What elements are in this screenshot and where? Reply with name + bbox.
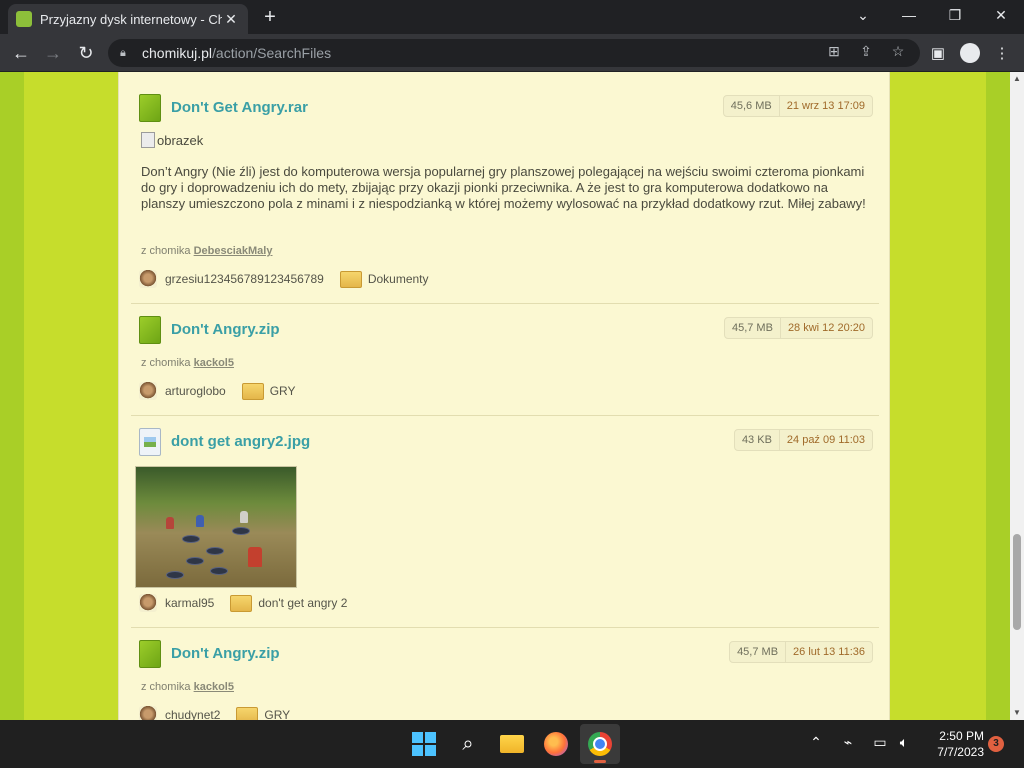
folder-icon (241, 382, 264, 400)
folder-link[interactable]: don't get angry 2 (258, 596, 347, 610)
file-meta: 45,7 MB 26 lut 13 11:36 (729, 641, 873, 663)
broken-image-icon (141, 132, 155, 148)
from-user-link[interactable]: DebesciakMaly (194, 245, 273, 257)
owner-row: grzesiu123456789123456789 Dokumenty (139, 270, 429, 288)
image-thumbnail[interactable] (135, 466, 297, 588)
close-window-button[interactable]: ✕ (978, 0, 1024, 30)
file-date: 21 wrz 13 17:09 (786, 100, 865, 112)
file-meta: 43 KB 24 paź 09 11:03 (733, 429, 873, 451)
search-icon[interactable]: ⌕ (454, 730, 482, 758)
network-icon[interactable]: ⌁ (838, 734, 858, 751)
owner-link[interactable]: arturoglobo (165, 384, 226, 398)
result-item: dont get angry2.jpg 43 KB 24 paź 09 11:0… (131, 416, 879, 628)
owner-row: karmal95 don't get angry 2 (139, 594, 347, 612)
lock-icon: 🔒︎ (120, 47, 126, 59)
show-hidden-icons-icon[interactable]: ⌃ (806, 734, 826, 751)
from-chomik: z chomika kackol5 (141, 681, 234, 693)
clock-time: 2:50 PM (939, 729, 984, 743)
left-page-border (0, 72, 24, 720)
page-scrollbar[interactable]: ▲ ▼ (1010, 72, 1024, 720)
archive-file-icon (139, 94, 161, 122)
file-size: 45,6 MB (724, 96, 780, 116)
user-avatar-icon (139, 270, 157, 288)
file-name-link[interactable]: Don't Get Angry.rar (171, 99, 308, 116)
archive-file-icon (139, 640, 161, 668)
file-description: Don’t Angry (Nie źli) jest do komputerow… (141, 164, 866, 211)
owner-row: arturoglobo GRY (139, 382, 296, 400)
scrollbar-thumb[interactable] (1013, 534, 1021, 630)
back-icon[interactable]: ← (10, 42, 32, 64)
owner-link[interactable]: grzesiu123456789123456789 (165, 272, 324, 286)
url-text: chomikuj.pl/action/SearchFiles (142, 45, 332, 61)
translate-icon[interactable]: ⊞ (822, 39, 846, 63)
user-avatar-icon (139, 594, 157, 612)
tab-title: Przyjazny dysk internetowy - Chomikuj.pl (40, 11, 222, 27)
share-icon[interactable]: ⇪ (854, 39, 878, 63)
right-page-border (986, 72, 1010, 720)
start-icon[interactable] (410, 730, 438, 758)
restore-button[interactable]: ❐ (932, 0, 978, 30)
clock-date: 7/7/2023 (937, 745, 984, 759)
page-viewport: Don't Get Angry.rar 45,6 MB 21 wrz 13 17… (0, 72, 1024, 720)
browser-tab[interactable]: Przyjazny dysk internetowy - Chomikuj.pl… (8, 4, 248, 34)
reload-icon[interactable]: ↻ (75, 42, 97, 64)
file-meta: 45,6 MB 21 wrz 13 17:09 (722, 95, 873, 117)
profile-avatar-icon[interactable] (960, 43, 980, 63)
file-explorer-icon[interactable] (498, 730, 526, 758)
side-panel-icon[interactable]: ▣ (926, 41, 950, 65)
from-user-link[interactable]: kackol5 (194, 681, 234, 693)
owner-link[interactable]: chudynet2 (165, 708, 220, 720)
folder-link[interactable]: GRY (270, 384, 296, 398)
file-size: 45,7 MB (725, 318, 781, 338)
file-meta: 45,7 MB 28 kwi 12 20:20 (723, 317, 873, 339)
file-name-link[interactable]: Don't Angry.zip (171, 645, 280, 662)
owner-link[interactable]: karmal95 (165, 596, 214, 610)
file-date: 28 kwi 12 20:20 (787, 322, 865, 334)
result-item: Don't Angry.zip 45,7 MB 26 lut 13 11:36 … (131, 628, 879, 720)
file-date: 26 lut 13 11:36 (793, 646, 865, 658)
volume-icon[interactable]: 🔈︎ (894, 734, 914, 751)
tab-search-icon[interactable]: ⌄ (840, 0, 886, 30)
search-results: Don't Get Angry.rar 45,6 MB 21 wrz 13 17… (118, 72, 890, 720)
file-date: 24 paź 09 11:03 (786, 434, 865, 446)
scroll-down-icon[interactable]: ▼ (1010, 706, 1024, 720)
folder-icon (230, 594, 253, 612)
user-avatar-icon (139, 382, 157, 400)
result-item: Don't Get Angry.rar 45,6 MB 21 wrz 13 17… (131, 82, 879, 304)
from-user-link[interactable]: kackol5 (194, 357, 234, 369)
forward-icon[interactable]: → (42, 42, 64, 64)
address-bar[interactable]: 🔒︎ chomikuj.pl/action/SearchFiles (108, 39, 920, 67)
result-item: Don't Angry.zip 45,7 MB 28 kwi 12 20:20 … (131, 304, 879, 416)
display-icon[interactable]: ▭ (870, 734, 890, 751)
folder-link[interactable]: Dokumenty (368, 272, 429, 286)
image-file-icon (139, 428, 161, 456)
toolbar: ← → ↻ 🔒︎ chomikuj.pl/action/SearchFiles … (0, 34, 1024, 72)
user-avatar-icon (139, 706, 157, 720)
new-tab-button[interactable]: + (258, 6, 282, 29)
from-chomik: z chomika DebesciakMaly (141, 245, 273, 257)
owner-row: chudynet2 GRY (139, 706, 290, 720)
bookmark-star-icon[interactable]: ☆ (886, 39, 910, 63)
system-clock[interactable]: 2:50 PM 7/7/2023 (924, 728, 984, 760)
folder-icon (339, 270, 362, 288)
file-size: 45,7 MB (730, 642, 787, 662)
file-name-link[interactable]: Don't Angry.zip (171, 321, 280, 338)
close-tab-icon[interactable]: ✕ (222, 11, 240, 28)
active-app-indicator (594, 760, 606, 763)
menu-kebab-icon[interactable]: ⋮ (990, 41, 1014, 65)
firefox-icon[interactable] (542, 730, 570, 758)
notification-badge[interactable]: 3 (988, 736, 1004, 752)
folder-icon (236, 706, 259, 720)
chrome-icon[interactable] (586, 730, 614, 758)
archive-file-icon (139, 316, 161, 344)
from-chomik: z chomika kackol5 (141, 357, 234, 369)
minimize-button[interactable]: — (886, 0, 932, 30)
broken-image: obrazek (141, 132, 203, 148)
folder-link[interactable]: GRY (264, 708, 290, 720)
site-favicon-icon (16, 11, 32, 27)
tab-strip: Przyjazny dysk internetowy - Chomikuj.pl… (0, 0, 1024, 34)
file-name-link[interactable]: dont get angry2.jpg (171, 433, 310, 450)
scroll-up-icon[interactable]: ▲ (1010, 72, 1024, 86)
file-size: 43 KB (735, 430, 780, 450)
